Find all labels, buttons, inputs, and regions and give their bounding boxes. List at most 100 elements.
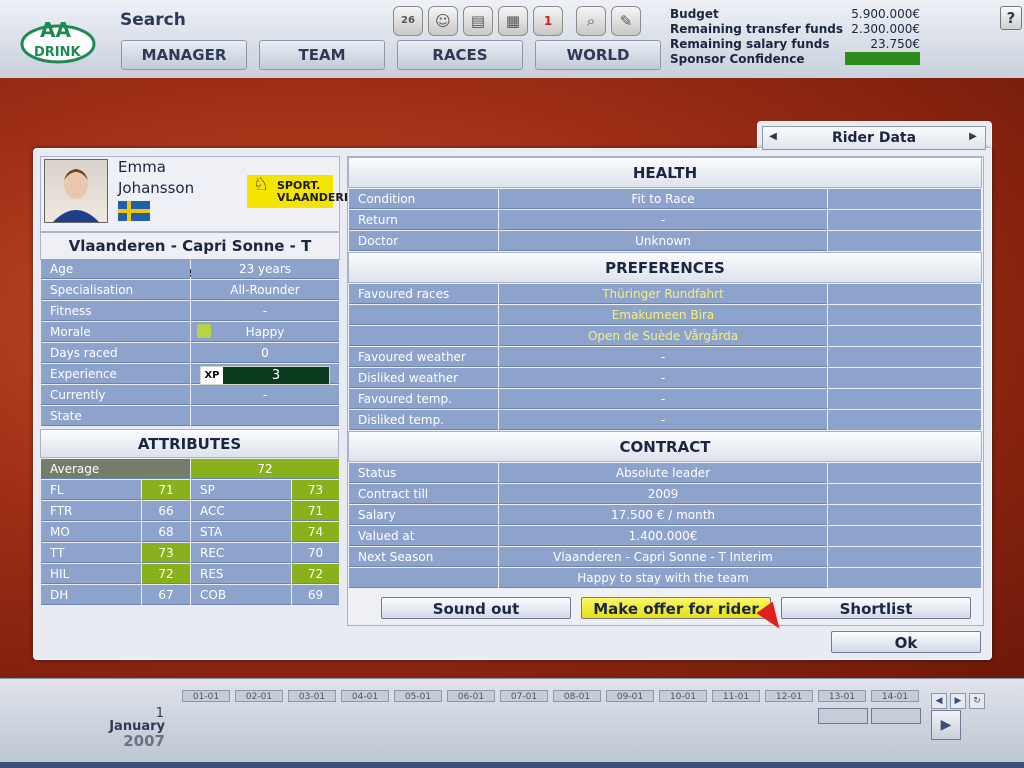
date-tab[interactable]: 09-01 [606, 690, 654, 702]
attribute-value: 72 [292, 564, 339, 584]
attribute-label: STA [191, 522, 291, 542]
rider-team-name: Vlaanderen - Capri Sonne - T Interim [40, 232, 340, 281]
contract-value: Vlaanderen - Capri Sonne - T Interim [499, 547, 827, 567]
preference-row: Disliked temp. - [349, 410, 981, 431]
row-spacer [828, 284, 981, 304]
info-row-morale: Morale Happy [41, 322, 339, 343]
attribute-label: REC [191, 543, 291, 563]
preference-label: Favoured weather [349, 347, 498, 367]
tab-label: TEAM [298, 46, 346, 64]
health-header: HEALTH [348, 157, 982, 188]
rider-icon[interactable]: ☺ [428, 6, 458, 36]
sound-out-button[interactable]: Sound out [381, 597, 571, 619]
info-row-fitness: Fitness - [41, 301, 339, 322]
ok-button[interactable]: Ok [831, 631, 981, 653]
health-row: Return - [349, 210, 981, 231]
refresh-icon[interactable]: ↻ [969, 693, 985, 709]
row-spacer [828, 189, 981, 209]
prev-panel-icon[interactable]: ◀ [765, 127, 781, 147]
date-tab[interactable]: 03-01 [288, 690, 336, 702]
date-tab[interactable]: 07-01 [500, 690, 548, 702]
calendar-day: 26 [401, 15, 415, 26]
sweden-flag-icon [118, 201, 150, 221]
tab-races[interactable]: RACES [397, 40, 523, 70]
date-tab[interactable]: 13-01 [818, 690, 866, 702]
attribute-value: 73 [142, 543, 190, 563]
attribute-value: 73 [292, 480, 339, 500]
row-spacer [828, 210, 981, 230]
date-tab[interactable]: 11-01 [712, 690, 760, 702]
row-spacer [828, 568, 981, 588]
date-tab[interactable]: 08-01 [553, 690, 601, 702]
health-row: Condition Fit to Race [349, 189, 981, 210]
scroll-left-icon[interactable]: ◀ [931, 693, 947, 709]
scroll-right-icon[interactable]: ▶ [950, 693, 966, 709]
contract-row: Contract till 2009 [349, 484, 981, 505]
current-year: 2007 [123, 732, 165, 750]
mail-icon[interactable]: 1 [533, 6, 563, 36]
tab-world[interactable]: WORLD [535, 40, 661, 70]
shortlist-button[interactable]: Shortlist [781, 597, 971, 619]
average-label: Average [41, 459, 190, 479]
make-offer-button[interactable]: Make offer for rider [581, 597, 771, 619]
newspaper-icon[interactable]: ▦ [498, 6, 528, 36]
date-tab[interactable]: 12-01 [765, 690, 813, 702]
health-row: Doctor Unknown [349, 231, 981, 252]
date-tab[interactable]: 14-01 [871, 690, 919, 702]
preference-label: Disliked weather [349, 368, 498, 388]
date-tab[interactable]: 02-01 [235, 690, 283, 702]
row-spacer [828, 505, 981, 525]
sponsor-logo-text: SPORT. VLAANDEREN [277, 179, 361, 204]
row-spacer [828, 547, 981, 567]
sponsor-confidence-bar [845, 52, 920, 65]
date-tab[interactable]: 06-01 [447, 690, 495, 702]
timeline-slot[interactable] [818, 708, 868, 724]
search-icon[interactable]: ⌕ [576, 6, 606, 36]
date-tab[interactable]: 10-01 [659, 690, 707, 702]
row-spacer [828, 231, 981, 251]
attribute-label: DH [41, 585, 141, 605]
tab-label: WORLD [566, 46, 630, 64]
info-row-currently: Currently - [41, 385, 339, 406]
preference-value: Open de Suède Vårgårda [499, 326, 827, 346]
attribute-label: MO [41, 522, 141, 542]
health-label: Condition [349, 189, 498, 209]
checklist-icon[interactable]: ✎ [611, 6, 641, 36]
date-tab[interactable]: 01-01 [182, 690, 230, 702]
help-button[interactable]: ? [1000, 6, 1022, 30]
attributes-table: FL 71 SP 73 FTR 66 ACC 71 MO 68 STA 74 T… [41, 480, 339, 606]
row-spacer [828, 347, 981, 367]
row-spacer [828, 368, 981, 388]
info-value: All-Rounder [191, 280, 339, 300]
salary-funds-value: 23.750€ [870, 37, 920, 51]
calendar-icon[interactable]: 26 [393, 6, 423, 36]
info-label: Morale [41, 322, 190, 342]
info-row-days-raced: Days raced 0 [41, 343, 339, 364]
info-value: Happy [191, 322, 339, 342]
preference-row: Favoured weather - [349, 347, 981, 368]
tab-manager[interactable]: MANAGER [121, 40, 247, 70]
date-tab[interactable]: 04-01 [341, 690, 389, 702]
preference-value: Emakumeen Bira [499, 305, 827, 325]
attribute-value: 71 [142, 480, 190, 500]
bottom-strip [0, 762, 1024, 768]
transfer-funds-value: 2.300.000€ [851, 22, 920, 36]
row-spacer [828, 484, 981, 504]
row-spacer [828, 526, 981, 546]
rider-photo [44, 159, 108, 223]
timeline-slot[interactable] [871, 708, 921, 724]
experience-bar: XP 3 [200, 366, 330, 385]
contract-header: CONTRACT [348, 431, 982, 462]
next-panel-icon[interactable]: ▶ [965, 127, 981, 147]
play-button-icon[interactable]: ▶ [931, 710, 961, 740]
finance-icon[interactable]: ▤ [463, 6, 493, 36]
preference-row: Favoured temp. - [349, 389, 981, 410]
date-tab[interactable]: 05-01 [394, 690, 442, 702]
attribute-label: ACC [191, 501, 291, 521]
tab-team[interactable]: TEAM [259, 40, 385, 70]
rider-first-name: Emma [118, 158, 166, 176]
info-row-age: Age 23 years [41, 259, 339, 280]
health-label: Doctor [349, 231, 498, 251]
salary-funds-label: Remaining salary funds [670, 37, 830, 51]
sponsor-logo: ♘ SPORT. VLAANDEREN [247, 175, 361, 208]
